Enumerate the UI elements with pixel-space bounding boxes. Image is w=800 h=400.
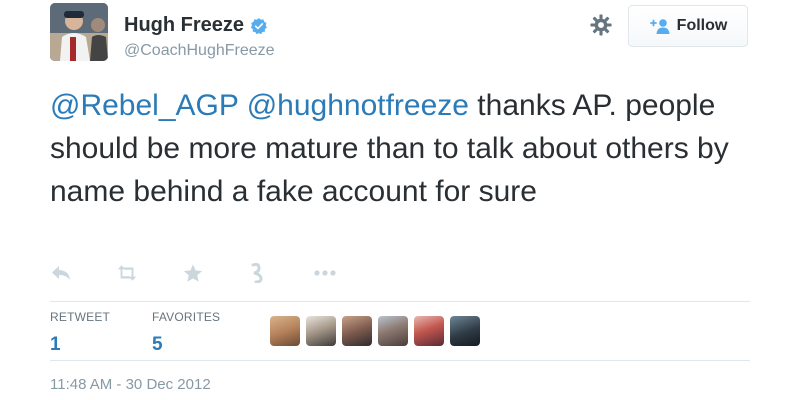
divider <box>50 301 750 302</box>
follow-button[interactable]: Follow <box>628 5 748 47</box>
mention-link[interactable]: @Rebel_AGP <box>50 89 238 122</box>
reply-button[interactable] <box>50 263 72 283</box>
follow-label: Follow <box>676 17 728 34</box>
avatar[interactable] <box>306 316 336 346</box>
reply-icon <box>52 266 70 280</box>
vine-button[interactable] <box>248 263 270 283</box>
more-button[interactable] <box>314 263 336 283</box>
retweet-count[interactable]: 1 <box>50 334 110 356</box>
user-handle[interactable]: @CoachHughFreeze <box>124 42 275 60</box>
retweet-stat[interactable]: RETWEET 1 <box>50 310 110 356</box>
divider <box>50 360 750 361</box>
avatar[interactable] <box>414 316 444 346</box>
retweet-icon <box>117 265 137 281</box>
avatar[interactable] <box>450 316 480 346</box>
avatar[interactable] <box>342 316 372 346</box>
more-icon <box>314 270 336 276</box>
vine-icon <box>251 263 263 283</box>
retweet-label: RETWEET <box>50 310 111 324</box>
user-name[interactable]: Hugh Freeze <box>124 14 244 37</box>
favorites-count[interactable]: 5 <box>152 334 220 356</box>
avatar[interactable] <box>378 316 408 346</box>
favorites-label: FAVORITES <box>152 310 221 324</box>
star-icon <box>183 264 203 282</box>
favoriter-avatars <box>270 316 480 346</box>
avatar[interactable] <box>50 3 108 61</box>
avatar[interactable] <box>270 316 300 346</box>
user-name-row[interactable]: Hugh Freeze <box>124 14 268 37</box>
verified-badge-icon <box>250 17 267 34</box>
retweet-button[interactable] <box>116 263 138 283</box>
tweet-timestamp[interactable]: 11:48 AM - 30 Dec 2012 <box>50 376 211 393</box>
favorite-button[interactable] <box>182 263 204 283</box>
gear-icon[interactable] <box>590 14 612 36</box>
favorites-stat[interactable]: FAVORITES 5 <box>152 310 220 356</box>
tweet-text: @Rebel_AGP @hughnotfreeze thanks AP. peo… <box>50 84 770 213</box>
add-user-icon <box>649 19 670 34</box>
mention-link[interactable]: @hughnotfreeze <box>247 89 469 122</box>
tweet-actions <box>50 263 380 283</box>
